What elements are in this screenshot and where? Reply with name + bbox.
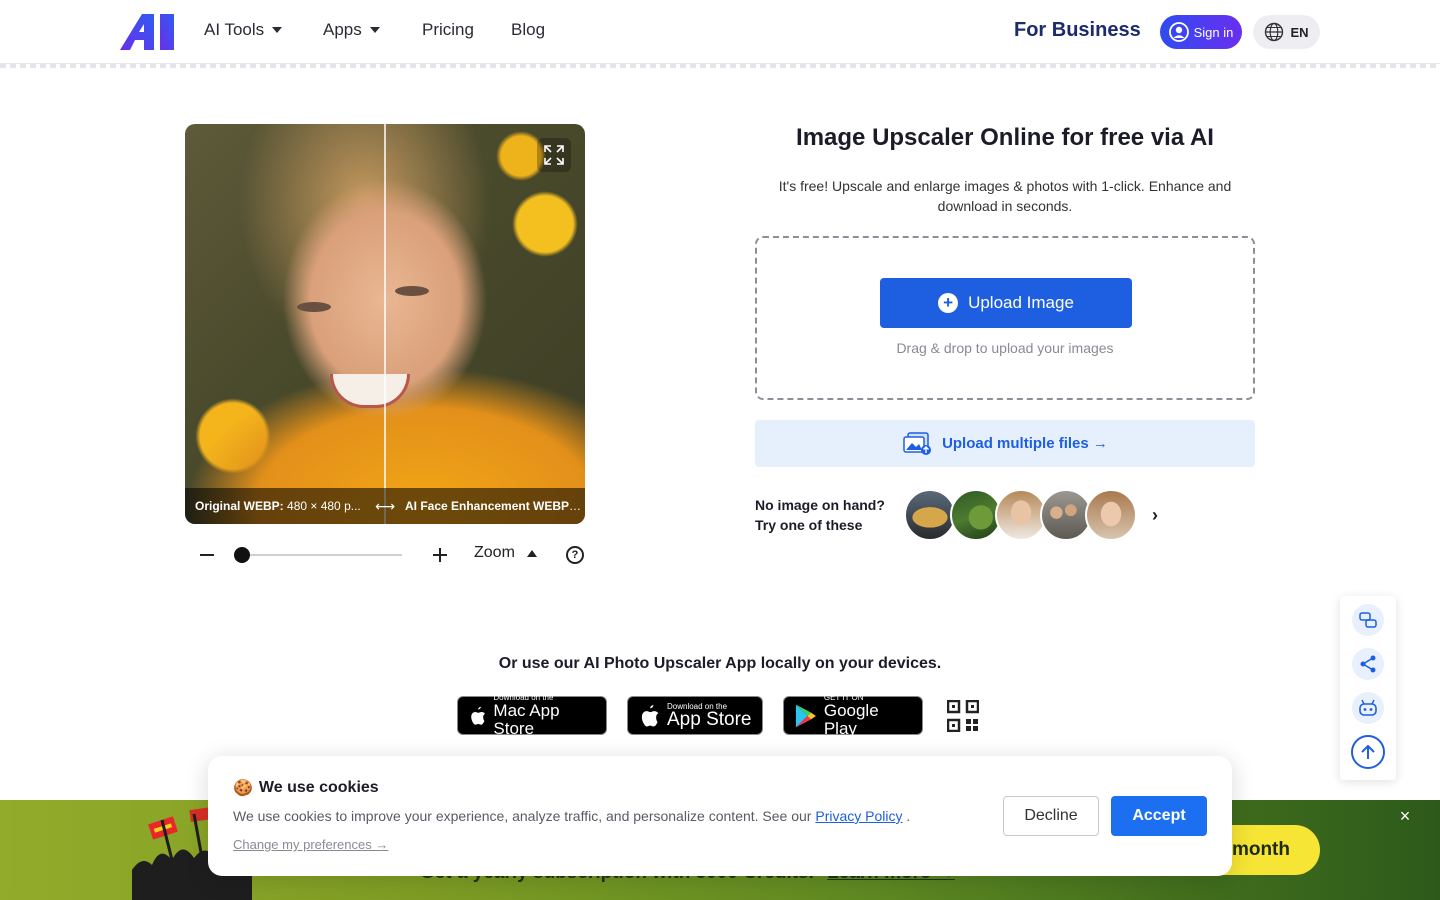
apple-icon: [641, 704, 659, 726]
photo-detail: [297, 302, 331, 312]
mac-app-store-text: Download on the Mac App Store: [493, 693, 596, 738]
zoom-out-button[interactable]: [197, 546, 215, 564]
photo-detail: [395, 286, 429, 296]
zoom-label: Zoom: [474, 544, 515, 561]
user-icon: [1168, 22, 1189, 42]
google-play-text: GET IT ON Google Play: [824, 693, 912, 738]
sign-in-button[interactable]: Sign in: [1160, 15, 1242, 49]
caption-original: Original WEBP: 480 × 480 p...: [185, 499, 365, 513]
help-icon[interactable]: ?: [566, 546, 584, 564]
cookie-title: We use cookies: [258, 779, 379, 796]
decline-button[interactable]: Decline: [1003, 796, 1099, 836]
mac-app-store-badge[interactable]: Download on the Mac App Store: [457, 693, 607, 738]
accept-button[interactable]: Accept: [1111, 796, 1207, 836]
cookie-body-text: We use cookies to improve your experienc…: [233, 808, 812, 824]
drag-drop-hint: Drag & drop to upload your images: [896, 340, 1114, 356]
for-business-link[interactable]: For Business: [1014, 19, 1141, 42]
header-divider: [0, 64, 1440, 68]
nav-blog[interactable]: Blog: [511, 20, 545, 40]
caption-enhanced: AI Face Enhancement WEBP: ...: [405, 499, 585, 513]
comparison-divider[interactable]: [384, 124, 386, 524]
app-store-big: App Store: [667, 709, 752, 730]
qr-code-icon[interactable]: [947, 700, 979, 732]
page-title: Image Upscaler Online for free via AI: [796, 124, 1214, 151]
cookie-title-row: 🍪 We use cookies: [233, 778, 379, 798]
sample-image-portrait[interactable]: [1085, 489, 1137, 541]
caption-original-label: Original WEBP:: [195, 499, 284, 513]
chevron-right-icon[interactable]: ›: [1152, 506, 1166, 524]
cookie-consent-dialog: 🍪 We use cookies We use cookies to impro…: [208, 756, 1232, 876]
multiple-images-icon: [903, 431, 932, 455]
chat-icon: [1359, 612, 1377, 628]
upload-dropzone[interactable]: + Upload Image Drag & drop to upload you…: [755, 236, 1255, 400]
sign-in-label: Sign in: [1193, 24, 1234, 40]
sample-prompt-line1: No image on hand?: [755, 497, 885, 513]
cookie-body-end: .: [906, 808, 911, 824]
sample-prompt-line2: Try one of these: [755, 517, 863, 533]
share-icon: [1360, 655, 1376, 673]
apple-icon: [471, 706, 486, 725]
nav-pricing[interactable]: Pricing: [422, 20, 474, 40]
floating-toolbar: [1340, 596, 1396, 780]
feedback-button[interactable]: [1352, 604, 1384, 636]
nav-apps[interactable]: Apps: [323, 20, 380, 40]
nav-ai-tools[interactable]: AI Tools: [204, 20, 283, 40]
cookie-message: We use cookies to improve your experienc…: [233, 808, 910, 824]
zoom-toggle[interactable]: Zoom: [474, 544, 537, 562]
app-store-badge[interactable]: Download on the App Store: [627, 696, 763, 735]
plus-circle-icon: +: [938, 293, 959, 313]
ai-assistant-button[interactable]: [1352, 692, 1384, 724]
chevron-down-icon: [272, 27, 283, 33]
comparison-caption: Original WEBP: 480 × 480 p... ⟷ AI Face …: [185, 488, 585, 524]
brand-logo[interactable]: [120, 14, 176, 50]
upload-image-button[interactable]: + Upload Image: [880, 278, 1132, 328]
google-play-icon: [795, 704, 816, 727]
language-selector[interactable]: EN: [1253, 15, 1320, 49]
change-preferences-link[interactable]: Change my preferences →: [233, 837, 388, 852]
app-store-text: Download on the App Store: [667, 702, 752, 729]
privacy-policy-link[interactable]: Privacy Policy: [815, 808, 902, 824]
scroll-to-top-button[interactable]: [1351, 735, 1385, 769]
nav-apps-label: Apps: [323, 20, 362, 39]
language-label: EN: [1290, 24, 1309, 40]
page-subtitle: It's free! Upscale and enlarge images & …: [778, 178, 1232, 214]
chevron-up-icon: [526, 549, 537, 557]
sample-image-car[interactable]: [904, 489, 956, 541]
zoom-in-button[interactable]: [431, 546, 449, 564]
comparison-preview[interactable]: Original WEBP: 480 × 480 p... ⟷ AI Face …: [185, 124, 585, 524]
share-button[interactable]: [1352, 648, 1384, 680]
fullscreen-button[interactable]: [537, 138, 571, 172]
nav-pricing-label: Pricing: [422, 20, 474, 39]
nav-blog-label: Blog: [511, 20, 546, 39]
expand-icon: [544, 145, 564, 165]
caption-original-size: 480 × 480 p...: [287, 499, 361, 513]
close-icon[interactable]: ×: [1397, 807, 1413, 825]
robot-icon: [1359, 699, 1377, 716]
zoom-slider-thumb[interactable]: [234, 547, 250, 563]
zoom-slider[interactable]: [240, 554, 402, 556]
mac-app-store-big: Mac App Store: [493, 701, 560, 738]
top-navbar: AI Tools Apps Pricing Blog For Business …: [0, 0, 1440, 64]
zoom-controls: Zoom ?: [195, 540, 595, 570]
apps-promo-line: Or use our AI Photo Upscaler App locally…: [498, 655, 942, 672]
chevron-down-icon: [369, 27, 380, 33]
google-play-big: Google Play: [823, 701, 879, 738]
caption-enhanced-label: AI Face Enhancement WEBP:: [405, 499, 574, 513]
upload-multiple-button[interactable]: Upload multiple files →: [755, 420, 1255, 467]
globe-icon: [1265, 22, 1284, 42]
swap-arrows-icon: ⟷: [374, 497, 396, 514]
cookie-icon: 🍪: [233, 780, 253, 797]
upload-image-label: Upload Image: [968, 293, 1074, 312]
upload-multiple-label: Upload multiple files →: [942, 435, 1108, 452]
arrow-up-icon: [1361, 744, 1375, 759]
nav-ai-tools-label: AI Tools: [204, 20, 265, 39]
sample-images-prompt: No image on hand? Try one of these: [755, 495, 885, 535]
google-play-badge[interactable]: GET IT ON Google Play: [783, 693, 923, 738]
